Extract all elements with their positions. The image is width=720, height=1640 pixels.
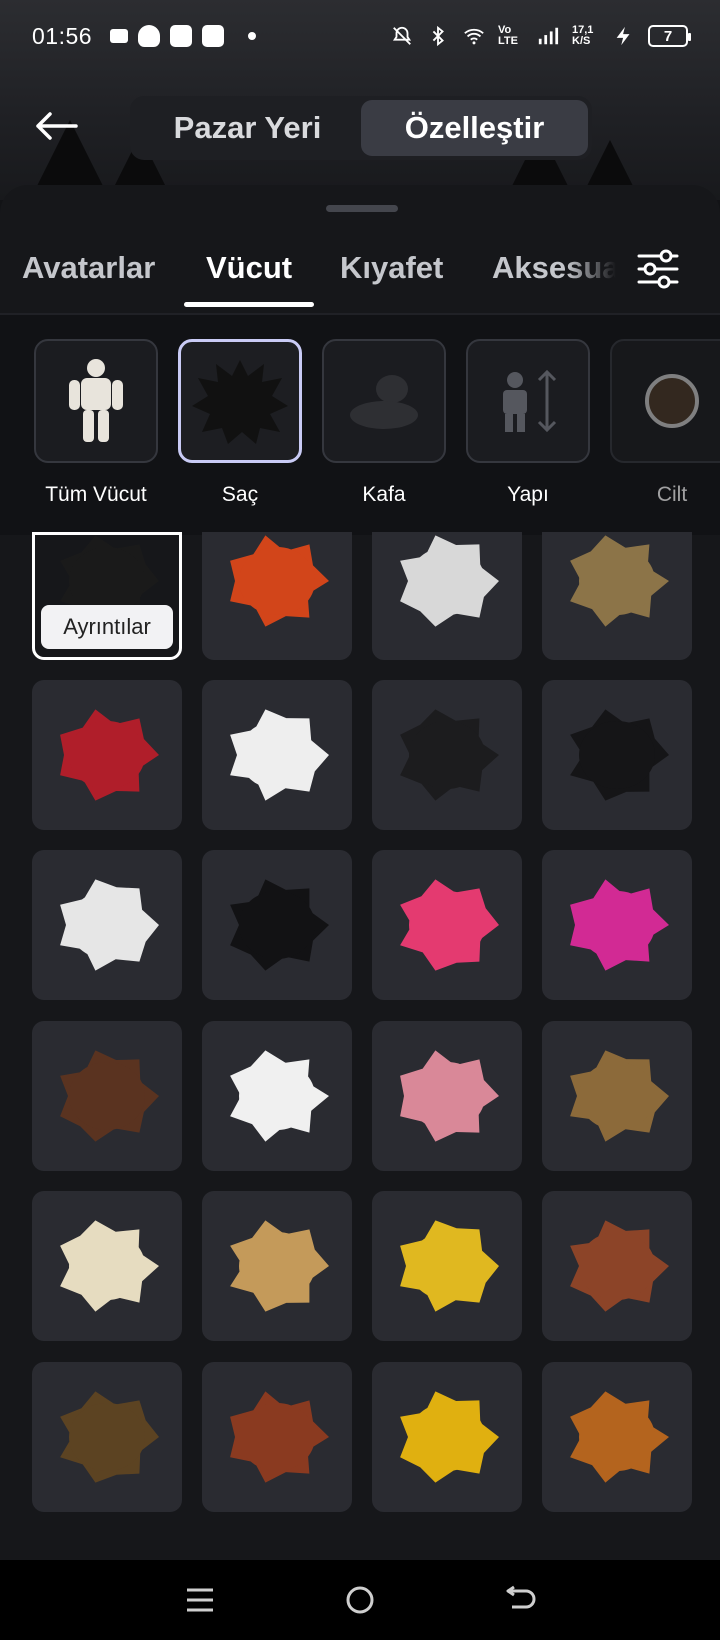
red-ponytail-hair-icon [230,535,329,627]
category-tabs: Avatarlar Vücut Kıyafet Aksesuar [0,245,720,315]
beads-head-avatar-icon [570,1050,669,1142]
bluetooth-icon [432,25,444,47]
hair-item-pink-spiky-hair[interactable] [372,1021,522,1171]
system-nav-bar [0,1560,720,1640]
subcategory-bar: Tüm Vücut Saç Kafa Yapı Cilt [0,315,720,535]
yellow-long-hair-icon [400,1220,499,1312]
pink-spiky-hair-icon [400,1050,499,1142]
tab-body[interactable]: Vücut [183,245,315,311]
hair-item-tan-short-hair[interactable] [202,1191,352,1341]
auburn-bob-hair-icon [570,1220,669,1312]
hair-item-yellow-long-hair[interactable] [372,1191,522,1341]
blonde-spiky-hair-icon [570,535,669,627]
tab-clothing[interactable]: Kıyafet [340,245,443,311]
brown-slick-hair-icon [60,1391,159,1483]
subcategory-scale[interactable]: Yapı [466,339,590,507]
white-bowl-hair-icon [230,1050,329,1142]
more-notifications-icon [248,32,257,40]
black-layered-hair-icon [570,709,669,801]
app-icon [170,25,193,47]
subcategory-label: Tüm Vücut [45,483,147,506]
segment-customize[interactable]: Özelleştir [361,100,588,156]
hair-item-brown-slick-hair[interactable] [32,1362,182,1512]
hair-item-copper-messy-hair[interactable] [542,1362,692,1512]
hair-item-colorful-fan-accessory[interactable] [372,850,522,1000]
pink-cat-hair-icon [570,879,669,971]
hair-item-auburn-bob-hair[interactable] [542,1191,692,1341]
full-body-icon [34,339,158,463]
hair-item-blonde-spiky-hair[interactable] [542,532,692,660]
black-messy-hair-icon [400,709,499,801]
copper-messy-hair-icon [570,1391,669,1483]
body-scale-icon [466,339,590,463]
white-spiky-hair-icon [230,709,329,801]
hair-item-pink-cat-hair[interactable] [542,850,692,1000]
white-horned-hair-icon [400,535,499,627]
red-shaggy-hair-icon [60,709,159,801]
subcategory-hair[interactable]: Saç [178,339,302,507]
subcategory-label: Yapı [507,483,549,506]
message-icon [110,29,129,43]
status-time: 01:56 [32,22,93,49]
hair-item-white-fluffy-hair[interactable] [32,850,182,1000]
status-right: Vo LTE 17,1 K/S 7 [390,24,691,47]
home-circle-icon[interactable] [340,1580,380,1620]
arrow-left-icon [36,112,78,140]
snapchat-icon [138,25,161,47]
tab-avatars[interactable]: Avatarlar [22,245,155,311]
wifi-icon [464,28,484,45]
sheet-drag-handle[interactable] [326,205,398,212]
hair-item-red-ponytail-hair[interactable] [202,532,352,660]
skin-tone-icon [610,339,720,463]
head-icon [322,339,446,463]
battery-indicator: 7 [648,25,691,47]
details-button[interactable]: Ayrıntılar [41,605,173,649]
subcategory-label: Saç [221,483,259,506]
hair-item-gold-spiky-hair[interactable] [372,1362,522,1512]
hair-item-cream-swept-hair[interactable] [32,1191,182,1341]
menu-icon[interactable] [180,1580,220,1620]
hair-item-white-horned-hair[interactable] [372,532,522,660]
hair-item-black-spiky-hair[interactable]: Ayrıntılar [32,532,182,660]
auburn-messy-hair-icon [230,1391,329,1483]
app-icon [202,25,225,47]
hair-icon [178,339,302,463]
brown-short-hair-icon [60,1050,159,1142]
network-speed: 17,1 K/S [572,24,594,47]
subcategory-skin[interactable]: Cilt [610,339,720,507]
cream-swept-hair-icon [60,1220,159,1312]
status-bar: 01:56 Vo LTE 17,1 K/S 7 [0,0,720,72]
hair-item-red-shaggy-hair[interactable] [32,680,182,830]
mute-icon [392,26,412,45]
segment-marketplace[interactable]: Pazar Yeri [134,100,361,156]
subcategory-label: Kafa [362,483,406,506]
hair-item-white-bowl-hair[interactable] [202,1021,352,1171]
white-fluffy-hair-icon [60,879,159,971]
hair-item-black-messy-hair[interactable] [372,680,522,830]
black-long-hair-icon [230,879,329,971]
battery-level: 7 [663,27,673,45]
hair-item-beads-head-avatar[interactable] [542,1021,692,1171]
charging-icon [616,26,630,46]
tab-accessories[interactable]: Aksesuar [492,245,616,311]
hair-item-white-spiky-hair[interactable] [202,680,352,830]
back-button[interactable] [34,104,86,148]
subcategory-full-body[interactable]: Tüm Vücut [34,339,158,507]
network-label: Vo LTE [498,24,518,47]
colorful-fan-accessory-icon [400,879,499,971]
back-icon[interactable] [500,1580,540,1620]
subcategory-head[interactable]: Kafa [322,339,446,507]
subcategory-label: Cilt [656,483,688,506]
sliders-icon[interactable] [636,249,680,289]
hair-item-black-layered-hair[interactable] [542,680,692,830]
signal-icon [538,27,559,45]
mode-switcher: Pazar Yeri Özelleştir [130,96,592,160]
gold-spiky-hair-icon [400,1391,499,1483]
notification-icons [110,25,257,47]
tan-short-hair-icon [230,1220,329,1312]
hair-item-brown-short-hair[interactable] [32,1021,182,1171]
hair-item-auburn-messy-hair[interactable] [202,1362,352,1512]
hair-item-black-long-hair[interactable] [202,850,352,1000]
